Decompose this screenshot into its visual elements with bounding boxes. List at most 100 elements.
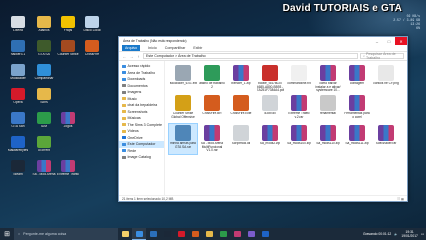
desktop-icon[interactable]: CrossFire — [80, 40, 104, 62]
file-item[interactable]: blender_1.zip — [227, 64, 255, 94]
file-grid: adoclicker_6.01.exe atalho de trabalho 2 b… — [165, 61, 407, 195]
desktop-icon[interactable]: Lixeira — [6, 16, 30, 38]
minimize-button[interactable]: – — [371, 37, 383, 45]
microphone-icon[interactable]: ○ — [18, 232, 20, 236]
file-item[interactable]: minha armas para GTA SA.rar — [168, 123, 198, 155]
file-item[interactable]: Sa_mods111.zip — [343, 124, 371, 154]
taskbar-app-icon[interactable] — [146, 228, 160, 240]
desktop-icon[interactable]: Steam — [6, 160, 30, 182]
file-label: contagem — [350, 82, 364, 85]
file-item[interactable]: d3d9.dll — [256, 94, 284, 124]
tab-home[interactable]: Início — [148, 46, 157, 50]
clock[interactable]: 19:31 19/01/2017 — [401, 230, 418, 238]
desktop-icon[interactable]: Counter Strike — [56, 40, 80, 62]
desktop-icon[interactable]: GTA SA — [32, 40, 56, 62]
window-titlebar[interactable]: Área de Trabalho (Não está respondendo) … — [119, 37, 407, 45]
desktop-icon-label: Counter Strike — [57, 53, 79, 56]
notifications-icon[interactable]: ▭ — [421, 232, 424, 236]
back-arrow-icon[interactable]: ← — [122, 54, 127, 59]
archive-icon — [291, 95, 307, 111]
close-button[interactable]: ✕ — [395, 37, 407, 45]
desktop-icon-label: Lixeira — [13, 29, 23, 32]
taskbar-app-icon[interactable] — [160, 228, 174, 240]
maximize-button[interactable]: □ — [383, 37, 395, 45]
desktop-icon[interactable]: Compartilhar — [32, 64, 56, 86]
ribbon-tabs: Arquivo Início Compartilhar Exibir — [119, 45, 407, 52]
desktop-icon[interactable]: IDM — [32, 112, 56, 134]
desktop-icon[interactable]: GTA San — [6, 112, 30, 134]
desktop-icon[interactable]: Extreme Traffic — [56, 160, 80, 182]
desktop-icon-label: Atalhos — [38, 29, 50, 32]
desktop-icon-label: Sa - Mod Arena — [32, 173, 56, 176]
tab-share[interactable]: Compartilhar — [165, 46, 186, 50]
file-item[interactable]: como baixar instalar a e ativar/ systemc… — [314, 64, 342, 94]
start-button[interactable]: ⊞ — [0, 228, 14, 240]
tab-file[interactable]: Arquivo — [122, 45, 141, 51]
desktop-icon[interactable]: Atalhos — [32, 16, 56, 38]
desktop-icon[interactable]: Disco Local — [80, 16, 104, 38]
desktop-icon[interactable]: Fraps — [56, 16, 80, 38]
nav-item-label: Área de Trabalho — [127, 70, 156, 75]
search-icon: ⌕ — [363, 54, 366, 58]
file-icon — [175, 65, 191, 81]
search-input[interactable]: ⌕ Pesquisar Área de Trabalho — [360, 52, 404, 60]
file-label: Sa - Mod Arena MultiFuncional V1.0.rar — [200, 142, 224, 153]
desktop-icon[interactable]: Sons — [32, 88, 56, 110]
file-item[interactable]: CrossFire.BR — [198, 94, 226, 124]
file-item[interactable]: adoclicker_6.01.exe — [169, 64, 197, 94]
file-item[interactable]: Counter Strike Global Offensive — [169, 94, 197, 124]
file-item[interactable]: contols ne CF.png — [372, 64, 400, 94]
desktop-icon[interactable]: Opera — [6, 88, 30, 110]
taskbar-app-icon[interactable] — [258, 228, 272, 240]
desktop-icon-label: Opera — [13, 101, 23, 104]
taskbar-app-icon[interactable] — [132, 228, 146, 240]
volume-icon[interactable]: 🔈 — [394, 232, 398, 236]
taskbar-app-icon[interactable] — [230, 228, 244, 240]
taskbar-app-icon[interactable] — [202, 228, 216, 240]
nav-item-label: OneDrive — [127, 135, 143, 140]
taskbar-app-icon[interactable] — [216, 228, 230, 240]
taskbar-search[interactable]: ○ Pergunte-me alguma coisa — [14, 228, 118, 240]
window-title: Área de Trabalho (Não está respondendo) — [123, 39, 187, 43]
desktop-icon[interactable]: hacker3.1 — [6, 40, 30, 62]
desktop-icon-label: Fraps — [63, 29, 73, 32]
nav-item[interactable]: Image Catalog — [119, 154, 164, 161]
file-item[interactable]: commandline.txt — [285, 64, 313, 94]
taskbar-app-icon[interactable] — [174, 228, 188, 240]
file-item[interactable]: Sa_mods2.zip — [256, 124, 284, 154]
desktop-icon[interactable]: Jogos — [56, 112, 80, 134]
file-item[interactable]: Extreme Traffic v.2.rar — [285, 94, 313, 124]
file-item[interactable]: atalho de trabalho 2 — [198, 64, 226, 94]
archive-icon — [233, 65, 249, 81]
file-item[interactable]: bootie_f3478020 4685-A800-BB93 -EA251F73… — [256, 64, 284, 94]
up-arrow-icon[interactable]: ↑ — [136, 54, 141, 59]
tab-view[interactable]: Exibir — [193, 46, 202, 50]
taskbar-app-icon[interactable] — [244, 228, 258, 240]
taskbar-app-icon[interactable] — [188, 228, 202, 240]
file-icon — [175, 95, 191, 111]
forward-arrow-icon[interactable]: → — [129, 54, 134, 59]
desktop-icon[interactable]: Sa - Mod Arena — [32, 160, 56, 182]
folder-icon — [122, 97, 126, 101]
file-item[interactable]: Scriptmod.dll — [227, 124, 255, 154]
file-item[interactable]: fenamental — [314, 94, 342, 124]
sysinfo-line: 6% — [416, 26, 420, 30]
file-item[interactable]: Sa - Mod Arena MultiFuncional V1.0.rar — [198, 124, 226, 154]
app-icon — [261, 231, 269, 237]
file-item[interactable]: Ferramentas para o corel — [343, 94, 371, 124]
address-bar[interactable]: Este Computador > Área de Trabalho — [143, 53, 358, 59]
file-item[interactable]: Sa_mods100.zip — [285, 124, 313, 154]
taskbar-app-icon[interactable] — [118, 228, 132, 240]
file-item[interactable]: contagem — [343, 64, 371, 94]
archive-icon — [349, 125, 365, 141]
view-toggle-icon[interactable]: ☷ ▦ — [397, 197, 404, 201]
file-item[interactable]: Sa_mods110.zip — [314, 124, 342, 154]
folder-icon — [122, 136, 126, 140]
folder-icon — [122, 142, 126, 146]
desktop-icon[interactable]: Malwarebytes — [6, 136, 30, 158]
file-item[interactable]: SoftShader.rar — [372, 124, 400, 154]
desktop-icon[interactable]: Modloader — [6, 64, 30, 86]
desktop-icon[interactable]: uTorrent — [32, 136, 56, 158]
file-item — [372, 94, 400, 124]
file-item[interactable]: CrossFire.Elite — [227, 94, 255, 124]
